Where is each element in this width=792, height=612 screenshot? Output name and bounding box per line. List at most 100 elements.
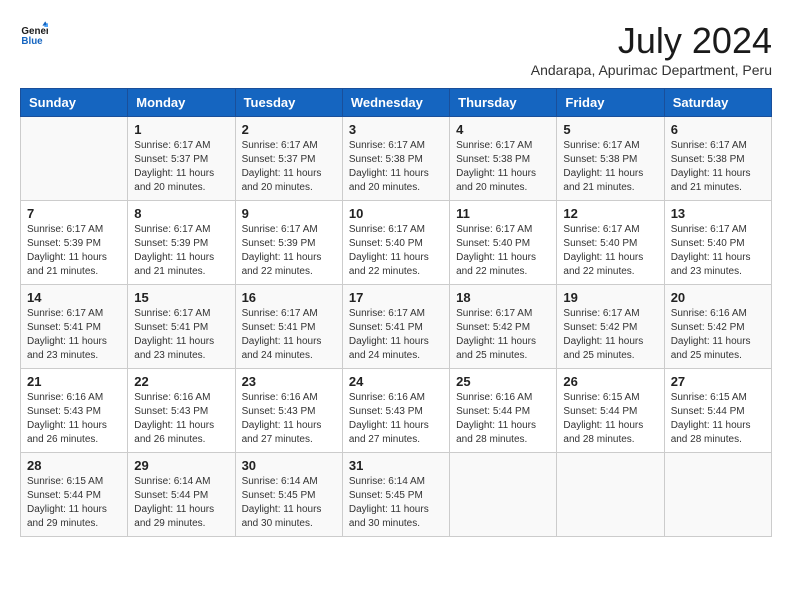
calendar-cell: 11Sunrise: 6:17 AMSunset: 5:40 PMDayligh… bbox=[450, 201, 557, 285]
day-number: 6 bbox=[671, 122, 765, 137]
cell-sun-info: Sunrise: 6:14 AMSunset: 5:45 PMDaylight:… bbox=[242, 475, 336, 531]
cell-sun-info: Sunrise: 6:17 AMSunset: 5:40 PMDaylight:… bbox=[349, 223, 443, 279]
day-number: 2 bbox=[242, 122, 336, 137]
calendar-cell: 28 Sunrise: 6:15 AMSunset: 5:44 PMDayligh… bbox=[21, 453, 128, 537]
calendar-cell: 21 Sunrise: 6:16 AMSunset: 5:43 PMDayligh… bbox=[21, 369, 128, 453]
calendar-cell: 30 Sunrise: 6:14 AMSunset: 5:45 PMDayligh… bbox=[235, 453, 342, 537]
day-number: 7 bbox=[27, 206, 121, 221]
weekday-header-row: SundayMondayTuesdayWednesdayThursdayFrid… bbox=[21, 89, 772, 117]
weekday-header-friday: Friday bbox=[557, 89, 664, 117]
calendar-cell: 12Sunrise: 6:17 AMSunset: 5:40 PMDayligh… bbox=[557, 201, 664, 285]
cell-sun-info: Sunrise: 6:16 AMSunset: 5:44 PMDaylight:… bbox=[456, 391, 550, 447]
cell-sun-info: Sunrise: 6:17 AMSunset: 5:38 PMDaylight:… bbox=[671, 139, 765, 195]
day-number: 27 bbox=[671, 374, 765, 389]
day-number: 4 bbox=[456, 122, 550, 137]
cell-sun-info: Sunrise: 6:17 AMSunset: 5:40 PMDaylight:… bbox=[563, 223, 657, 279]
day-number: 15 bbox=[134, 290, 228, 305]
cell-sun-info: Sunrise: 6:17 AMSunset: 5:40 PMDaylight:… bbox=[456, 223, 550, 279]
calendar-cell: 5 Sunrise: 6:17 AMSunset: 5:38 PMDaylight… bbox=[557, 117, 664, 201]
weekday-header-thursday: Thursday bbox=[450, 89, 557, 117]
logo-icon: General Blue bbox=[20, 20, 48, 48]
day-number: 28 bbox=[27, 458, 121, 473]
calendar-cell: 29Sunrise: 6:14 AMSunset: 5:44 PMDayligh… bbox=[128, 453, 235, 537]
day-number: 8 bbox=[134, 206, 228, 221]
calendar-cell: 4 Sunrise: 6:17 AMSunset: 5:38 PMDaylight… bbox=[450, 117, 557, 201]
cell-sun-info: Sunrise: 6:17 AMSunset: 5:38 PMDaylight:… bbox=[563, 139, 657, 195]
calendar-cell: 16Sunrise: 6:17 AMSunset: 5:41 PMDayligh… bbox=[235, 285, 342, 369]
calendar-cell: 26Sunrise: 6:15 AMSunset: 5:44 PMDayligh… bbox=[557, 369, 664, 453]
weekday-header-saturday: Saturday bbox=[664, 89, 771, 117]
calendar-cell: 17Sunrise: 6:17 AMSunset: 5:41 PMDayligh… bbox=[342, 285, 449, 369]
day-number: 10 bbox=[349, 206, 443, 221]
calendar-cell: 22 Sunrise: 6:16 AMSunset: 5:43 PMDayligh… bbox=[128, 369, 235, 453]
day-number: 5 bbox=[563, 122, 657, 137]
cell-sun-info: Sunrise: 6:16 AMSunset: 5:43 PMDaylight:… bbox=[27, 391, 121, 447]
cell-sun-info: Sunrise: 6:17 AMSunset: 5:37 PMDaylight:… bbox=[242, 139, 336, 195]
day-number: 16 bbox=[242, 290, 336, 305]
calendar-cell: 10 Sunrise: 6:17 AMSunset: 5:40 PMDayligh… bbox=[342, 201, 449, 285]
day-number: 3 bbox=[349, 122, 443, 137]
day-number: 23 bbox=[242, 374, 336, 389]
calendar-cell bbox=[557, 453, 664, 537]
weekday-header-monday: Monday bbox=[128, 89, 235, 117]
cell-sun-info: Sunrise: 6:15 AMSunset: 5:44 PMDaylight:… bbox=[563, 391, 657, 447]
calendar-cell: 20 Sunrise: 6:16 AMSunset: 5:42 PMDayligh… bbox=[664, 285, 771, 369]
cell-sun-info: Sunrise: 6:17 AMSunset: 5:39 PMDaylight:… bbox=[242, 223, 336, 279]
cell-sun-info: Sunrise: 6:15 AMSunset: 5:44 PMDaylight:… bbox=[27, 475, 121, 531]
day-number: 19 bbox=[563, 290, 657, 305]
calendar-cell bbox=[664, 453, 771, 537]
calendar-cell: 8 Sunrise: 6:17 AMSunset: 5:39 PMDaylight… bbox=[128, 201, 235, 285]
cell-sun-info: Sunrise: 6:15 AMSunset: 5:44 PMDaylight:… bbox=[671, 391, 765, 447]
calendar-week-row: 14Sunrise: 6:17 AMSunset: 5:41 PMDayligh… bbox=[21, 285, 772, 369]
calendar-cell: 3 Sunrise: 6:17 AMSunset: 5:38 PMDaylight… bbox=[342, 117, 449, 201]
day-number: 29 bbox=[134, 458, 228, 473]
calendar-cell: 14Sunrise: 6:17 AMSunset: 5:41 PMDayligh… bbox=[21, 285, 128, 369]
calendar-cell: 25 Sunrise: 6:16 AMSunset: 5:44 PMDayligh… bbox=[450, 369, 557, 453]
cell-sun-info: Sunrise: 6:17 AMSunset: 5:39 PMDaylight:… bbox=[27, 223, 121, 279]
day-number: 30 bbox=[242, 458, 336, 473]
day-number: 24 bbox=[349, 374, 443, 389]
cell-sun-info: Sunrise: 6:17 AMSunset: 5:42 PMDaylight:… bbox=[563, 307, 657, 363]
calendar-cell: 18 Sunrise: 6:17 AMSunset: 5:42 PMDayligh… bbox=[450, 285, 557, 369]
day-number: 25 bbox=[456, 374, 550, 389]
cell-sun-info: Sunrise: 6:17 AMSunset: 5:38 PMDaylight:… bbox=[349, 139, 443, 195]
cell-sun-info: Sunrise: 6:17 AMSunset: 5:37 PMDaylight:… bbox=[134, 139, 228, 195]
cell-sun-info: Sunrise: 6:17 AMSunset: 5:40 PMDaylight:… bbox=[671, 223, 765, 279]
weekday-header-sunday: Sunday bbox=[21, 89, 128, 117]
weekday-header-wednesday: Wednesday bbox=[342, 89, 449, 117]
calendar-cell: 24Sunrise: 6:16 AMSunset: 5:43 PMDayligh… bbox=[342, 369, 449, 453]
day-number: 22 bbox=[134, 374, 228, 389]
calendar-table: SundayMondayTuesdayWednesdayThursdayFrid… bbox=[20, 88, 772, 537]
day-number: 13 bbox=[671, 206, 765, 221]
title-area: July 2024 Andarapa, Apurimac Department,… bbox=[531, 20, 772, 78]
calendar-cell: 23 Sunrise: 6:16 AMSunset: 5:43 PMDayligh… bbox=[235, 369, 342, 453]
cell-sun-info: Sunrise: 6:17 AMSunset: 5:38 PMDaylight:… bbox=[456, 139, 550, 195]
calendar-cell bbox=[21, 117, 128, 201]
calendar-cell: 13 Sunrise: 6:17 AMSunset: 5:40 PMDayligh… bbox=[664, 201, 771, 285]
cell-sun-info: Sunrise: 6:16 AMSunset: 5:43 PMDaylight:… bbox=[134, 391, 228, 447]
calendar-cell: 19 Sunrise: 6:17 AMSunset: 5:42 PMDayligh… bbox=[557, 285, 664, 369]
day-number: 18 bbox=[456, 290, 550, 305]
day-number: 21 bbox=[27, 374, 121, 389]
calendar-cell: 1 Sunrise: 6:17 AMSunset: 5:37 PMDaylight… bbox=[128, 117, 235, 201]
calendar-cell: 2 Sunrise: 6:17 AMSunset: 5:37 PMDaylight… bbox=[235, 117, 342, 201]
cell-sun-info: Sunrise: 6:17 AMSunset: 5:42 PMDaylight:… bbox=[456, 307, 550, 363]
day-number: 20 bbox=[671, 290, 765, 305]
calendar-week-row: 28 Sunrise: 6:15 AMSunset: 5:44 PMDayligh… bbox=[21, 453, 772, 537]
calendar-week-row: 7 Sunrise: 6:17 AMSunset: 5:39 PMDaylight… bbox=[21, 201, 772, 285]
calendar-week-row: 21 Sunrise: 6:16 AMSunset: 5:43 PMDayligh… bbox=[21, 369, 772, 453]
calendar-cell: 31Sunrise: 6:14 AMSunset: 5:45 PMDayligh… bbox=[342, 453, 449, 537]
calendar-cell: 6 Sunrise: 6:17 AMSunset: 5:38 PMDaylight… bbox=[664, 117, 771, 201]
page-header: General Blue July 2024 Andarapa, Apurima… bbox=[20, 20, 772, 78]
cell-sun-info: Sunrise: 6:16 AMSunset: 5:43 PMDaylight:… bbox=[242, 391, 336, 447]
logo: General Blue bbox=[20, 20, 48, 48]
location-subtitle: Andarapa, Apurimac Department, Peru bbox=[531, 62, 772, 78]
month-year-title: July 2024 bbox=[531, 20, 772, 62]
cell-sun-info: Sunrise: 6:17 AMSunset: 5:39 PMDaylight:… bbox=[134, 223, 228, 279]
weekday-header-tuesday: Tuesday bbox=[235, 89, 342, 117]
day-number: 17 bbox=[349, 290, 443, 305]
day-number: 1 bbox=[134, 122, 228, 137]
cell-sun-info: Sunrise: 6:16 AMSunset: 5:42 PMDaylight:… bbox=[671, 307, 765, 363]
calendar-cell: 9Sunrise: 6:17 AMSunset: 5:39 PMDaylight… bbox=[235, 201, 342, 285]
day-number: 31 bbox=[349, 458, 443, 473]
